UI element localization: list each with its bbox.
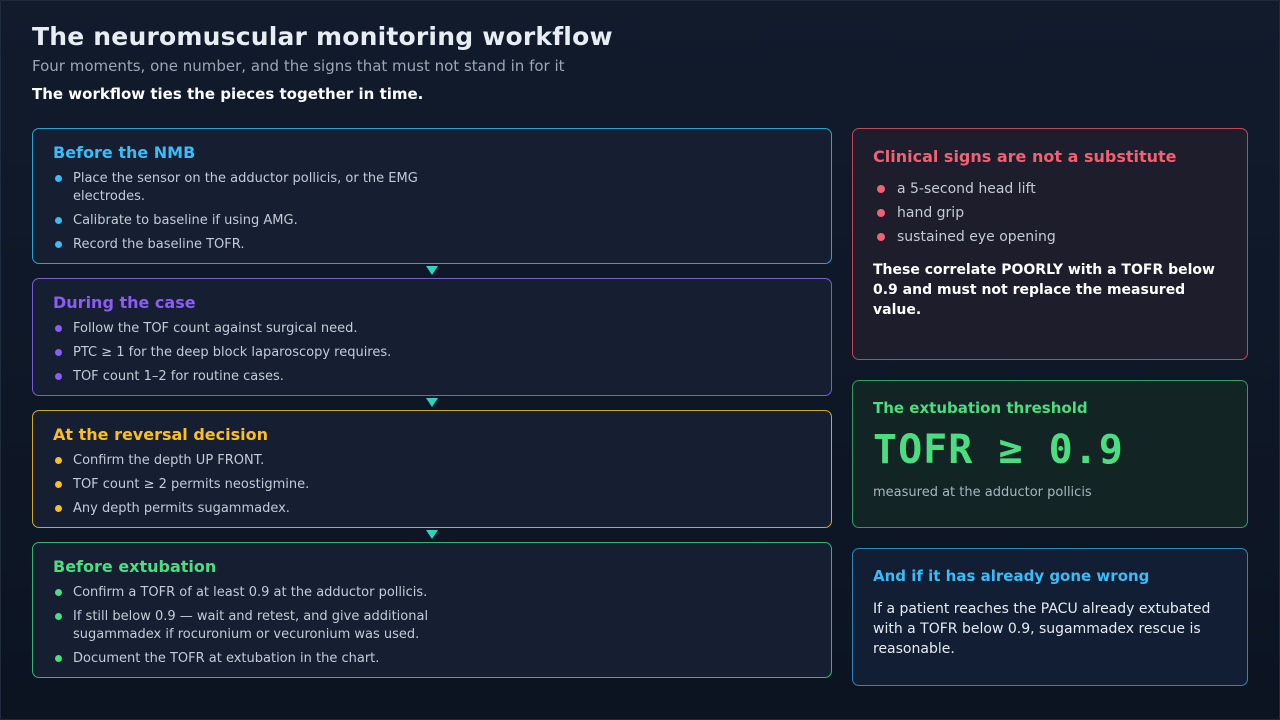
bullet-dot — [55, 241, 62, 248]
list-item: Record the baseline TOFR. — [53, 236, 453, 254]
flow-arrow-down-icon — [426, 266, 438, 275]
list-item: TOF count ≥ 2 permits neostigmine. — [53, 476, 453, 494]
bullet-dot — [55, 175, 62, 182]
bullet-dot — [55, 457, 62, 464]
page-title: The neuromuscular monitoring workflow — [32, 22, 613, 51]
bullet-dot — [55, 481, 62, 488]
lead-text: The workflow ties the pieces together in… — [32, 85, 424, 103]
step-list: Follow the TOF count against surgical ne… — [53, 320, 811, 386]
step-reversal-decision: At the reversal decision Confirm the dep… — [32, 410, 832, 528]
bullet-dot — [55, 325, 62, 332]
step-during-case: During the case Follow the TOF count aga… — [32, 278, 832, 396]
step-title: Before the NMB — [53, 143, 196, 162]
bullet-dot — [55, 217, 62, 224]
list-item: sustained eye opening — [873, 228, 1227, 246]
list-item: hand grip — [873, 204, 1227, 222]
bullet-dot — [55, 655, 62, 662]
threshold-caption: measured at the adductor pollicis — [873, 485, 1092, 500]
list-item: Place the sensor on the adductor pollici… — [53, 170, 453, 206]
step-before-nmb: Before the NMB Place the sensor on the a… — [32, 128, 832, 264]
step-list: Confirm the depth UP FRONT. TOF count ≥ … — [53, 452, 811, 518]
signs-list: a 5-second head lift hand grip sustained… — [873, 180, 1227, 246]
bullet-dot — [55, 613, 62, 620]
bullet-dot — [55, 589, 62, 596]
list-item: Confirm a TOFR of at least 0.9 at the ad… — [53, 584, 453, 602]
clinical-signs-card: Clinical signs are not a substitute a 5-… — [852, 128, 1248, 360]
list-item: Any depth permits sugammadex. — [53, 500, 453, 518]
bullet-dot — [877, 209, 885, 217]
extubation-threshold-card: The extubation threshold TOFR ≥ 0.9 meas… — [852, 380, 1248, 528]
threshold-value: TOFR ≥ 0.9 — [873, 427, 1124, 473]
bullet-dot — [55, 373, 62, 380]
step-list: Place the sensor on the adductor pollici… — [53, 170, 811, 254]
card-title: Clinical signs are not a substitute — [873, 147, 1177, 166]
bullet-dot — [877, 185, 885, 193]
list-item: PTC ≥ 1 for the deep block laparoscopy r… — [53, 344, 453, 362]
bullet-dot — [55, 505, 62, 512]
step-title: Before extubation — [53, 557, 217, 576]
list-item: a 5-second head lift — [873, 180, 1227, 198]
list-item: Confirm the depth UP FRONT. — [53, 452, 453, 470]
list-item: TOF count 1–2 for routine cases. — [53, 368, 453, 386]
bullet-dot — [877, 233, 885, 241]
signs-warning-note: These correlate POORLY with a TOFR below… — [873, 262, 1215, 318]
step-title: At the reversal decision — [53, 425, 269, 444]
step-title: During the case — [53, 293, 196, 312]
list-item: Document the TOFR at extubation in the c… — [53, 650, 453, 668]
flow-arrow-down-icon — [426, 530, 438, 539]
card-title: And if it has already gone wrong — [873, 567, 1150, 585]
list-item: Follow the TOF count against surgical ne… — [53, 320, 453, 338]
card-title: The extubation threshold — [873, 399, 1088, 417]
step-before-extubation: Before extubation Confirm a TOFR of at l… — [32, 542, 832, 678]
list-item: If still below 0.9 — wait and retest, an… — [53, 608, 473, 644]
flow-arrow-down-icon — [426, 398, 438, 407]
step-list: Confirm a TOFR of at least 0.9 at the ad… — [53, 584, 811, 668]
rescue-card: And if it has already gone wrong If a pa… — [852, 548, 1248, 686]
bullet-dot — [55, 349, 62, 356]
page-subtitle: Four moments, one number, and the signs … — [32, 57, 565, 75]
list-item: Calibrate to baseline if using AMG. — [53, 212, 453, 230]
rescue-body: If a patient reaches the PACU already ex… — [873, 601, 1211, 657]
